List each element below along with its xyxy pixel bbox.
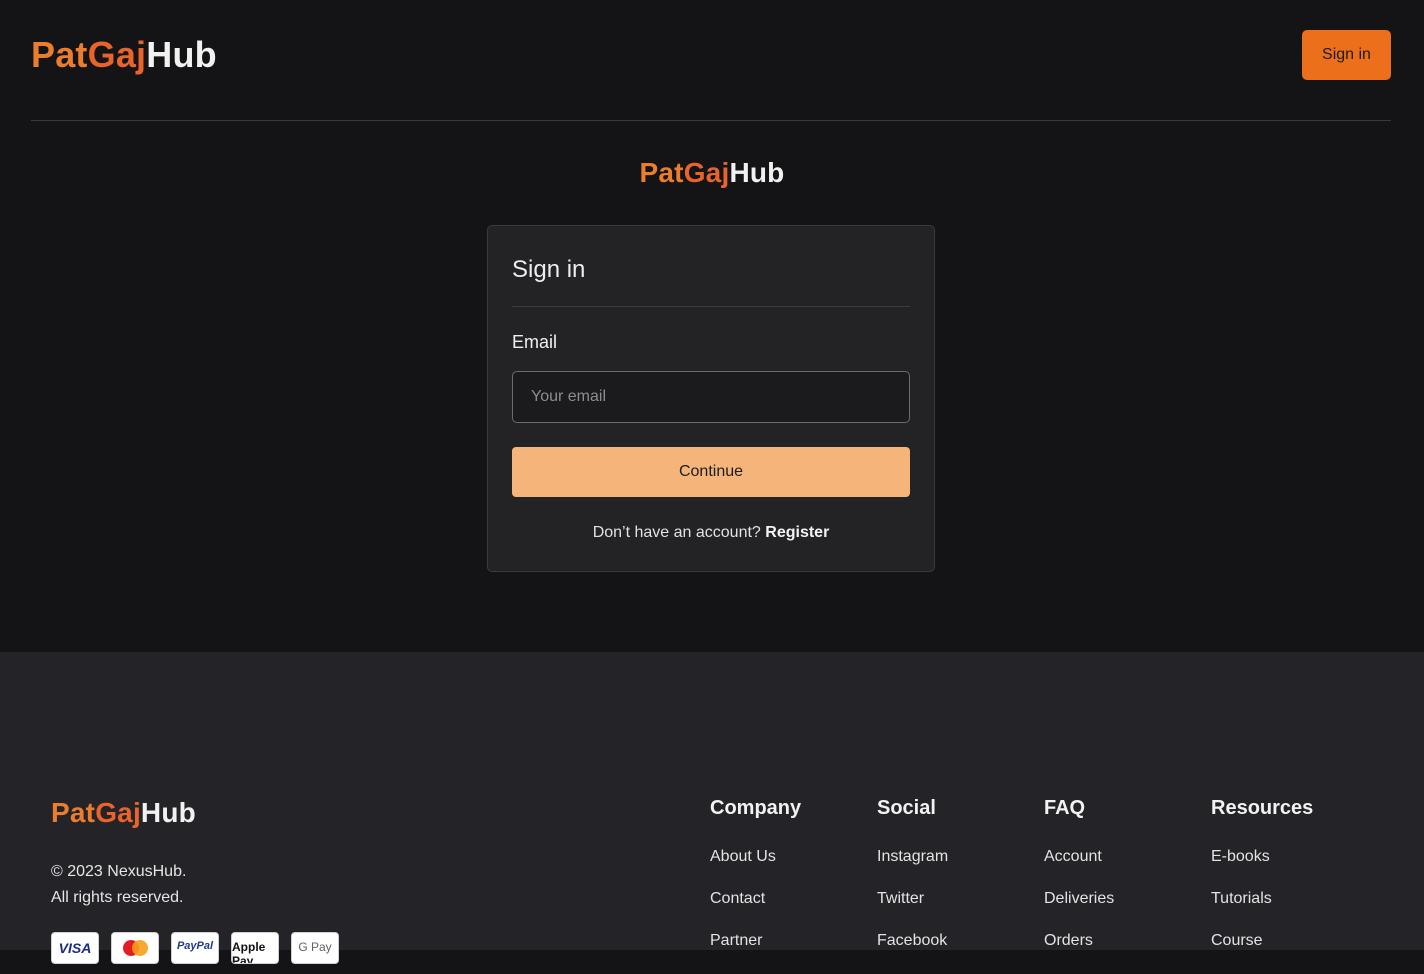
footer-link-course[interactable]: Course — [1211, 932, 1263, 949]
brand-logo-part-hub: Hub — [146, 34, 217, 75]
footer-link-contact[interactable]: Contact — [710, 890, 765, 907]
signin-card-title: Sign in — [512, 256, 586, 283]
copyright-line-2: All rights reserved. — [51, 889, 184, 906]
footer-column-resources: Resources E-books Tutorials Course — [1211, 797, 1313, 974]
continue-button[interactable]: Continue — [512, 447, 910, 497]
footer-logo-part-pat: Pat — [51, 797, 96, 828]
apple-pay-icon: Apple Pay — [231, 932, 279, 964]
register-link[interactable]: Register — [765, 524, 829, 541]
brand-logo-part-pat: Pat — [31, 34, 88, 75]
center-logo-part-pat: Pat — [639, 157, 684, 188]
footer-logo-part-hub: Hub — [140, 797, 196, 828]
footer: PatGajHub © 2023 NexusHub. All rights re… — [0, 652, 1424, 964]
footer-link-facebook[interactable]: Facebook — [877, 932, 947, 949]
footer-column-faq: FAQ Account Deliveries Orders — [1044, 797, 1114, 974]
footer-column-title: Resources — [1211, 797, 1314, 819]
copyright-line-1: © 2023 NexusHub. — [51, 863, 187, 880]
footer-column-social: Social Instagram Twitter Facebook — [877, 797, 948, 974]
footer-link-tutorials[interactable]: Tutorials — [1211, 890, 1272, 907]
center-brand-logo: PatGajHub — [0, 157, 1424, 189]
footer-column-title: FAQ — [1044, 797, 1086, 819]
payment-methods: VISA PayPal Apple Pay G Pay — [51, 932, 339, 964]
footer-link-orders[interactable]: Orders — [1044, 932, 1093, 949]
email-label: Email — [512, 332, 558, 352]
register-prompt: Don’t have an account? Register — [488, 524, 934, 542]
footer-logo-part-gaj: Gaj — [95, 797, 141, 828]
footer-link-partner[interactable]: Partner — [710, 932, 762, 949]
footer-column-company: Company About Us Contact Partner — [710, 797, 801, 974]
signin-card: Sign in Email Continue Don’t have an acc… — [487, 225, 935, 572]
visa-icon: VISA — [51, 932, 99, 964]
card-divider — [512, 306, 910, 307]
google-pay-icon: G Pay — [291, 932, 339, 964]
footer-link-e-books[interactable]: E-books — [1211, 848, 1270, 865]
footer-column-title: Company — [710, 797, 802, 819]
footer-link-account[interactable]: Account — [1044, 848, 1102, 865]
footer-link-instagram[interactable]: Instagram — [877, 848, 948, 865]
header-signin-button[interactable]: Sign in — [1302, 30, 1391, 80]
footer-brand-logo[interactable]: PatGajHub — [51, 797, 196, 829]
footer-link-deliveries[interactable]: Deliveries — [1044, 890, 1114, 907]
brand-logo-part-gaj: Gaj — [87, 34, 147, 75]
top-header: PatGajHub Sign in — [31, 0, 1391, 121]
footer-column-title: Social — [877, 797, 936, 819]
paypal-icon: PayPal — [171, 932, 219, 964]
register-prompt-text: Don’t have an account? — [592, 524, 761, 541]
center-logo-part-hub: Hub — [729, 157, 785, 188]
footer-link-about-us[interactable]: About Us — [710, 848, 776, 865]
brand-logo[interactable]: PatGajHub — [31, 34, 217, 76]
email-input[interactable] — [512, 371, 910, 423]
center-logo-part-gaj: Gaj — [683, 157, 730, 188]
mastercard-icon — [111, 932, 159, 964]
copyright: © 2023 NexusHub. All rights reserved. — [51, 859, 186, 911]
footer-link-twitter[interactable]: Twitter — [877, 890, 924, 907]
